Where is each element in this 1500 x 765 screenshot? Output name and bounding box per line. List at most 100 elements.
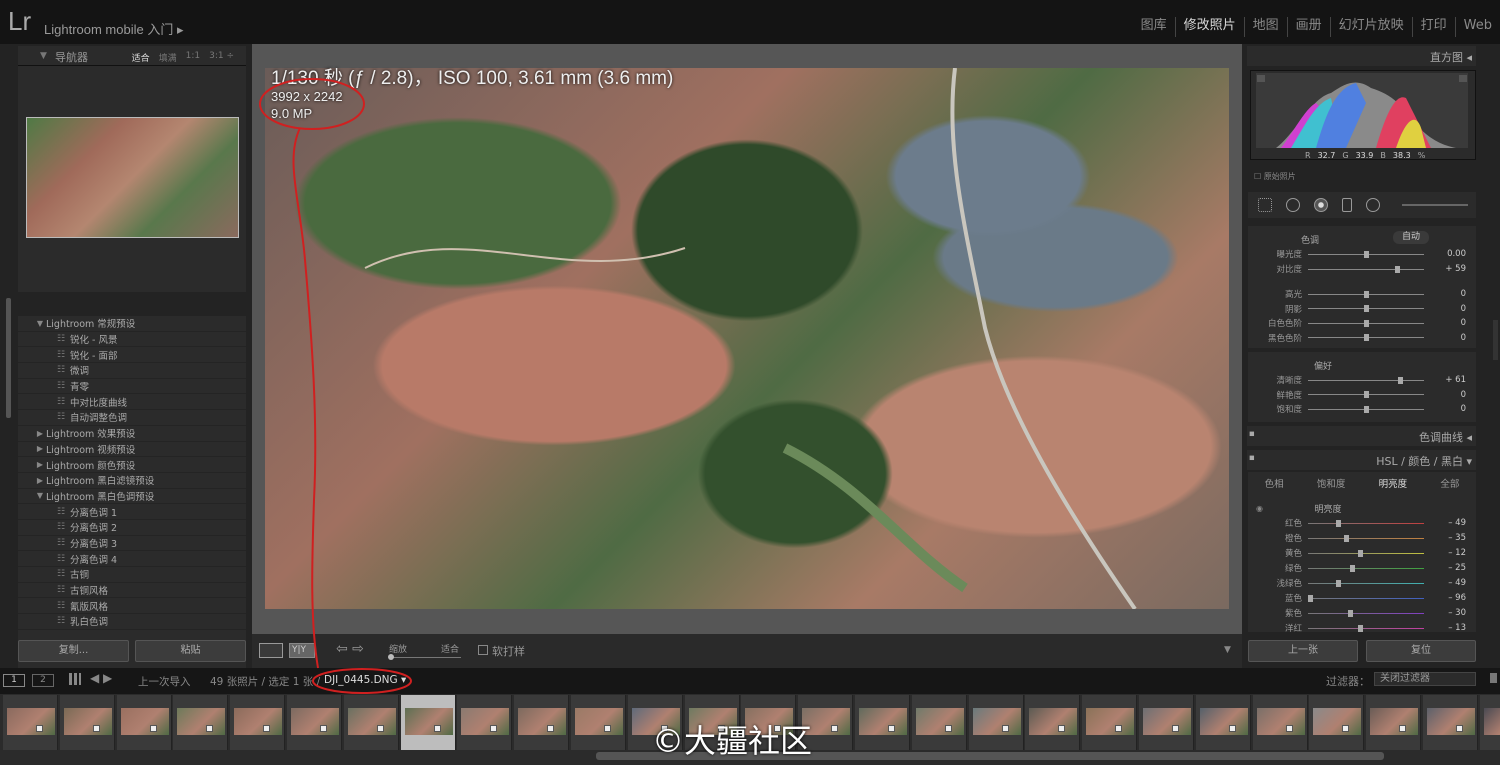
preset-item[interactable]: ☷ 古铜风格 bbox=[18, 583, 246, 599]
preset-folder[interactable]: ▶ Lightroom 黑白滤镜预设 bbox=[18, 473, 246, 489]
hsl-tab[interactable]: 饱和度 bbox=[1317, 476, 1346, 490]
filmstrip-thumb[interactable] bbox=[1423, 695, 1478, 750]
slider-value[interactable]: 0 bbox=[1430, 289, 1466, 299]
histogram-graph[interactable] bbox=[1256, 73, 1468, 148]
hsl-tab[interactable]: 明亮度 bbox=[1379, 476, 1408, 490]
filmstrip-thumb[interactable] bbox=[400, 695, 456, 750]
slider-track[interactable] bbox=[1308, 290, 1424, 298]
hsl-tab[interactable]: 色相 bbox=[1265, 476, 1284, 490]
slider-knob[interactable] bbox=[1364, 405, 1369, 413]
filmstrip-nav-arrows-icon[interactable]: ◀ ▶ bbox=[90, 671, 112, 685]
slider-track[interactable] bbox=[1308, 534, 1424, 542]
preset-folder[interactable]: ▼ Lightroom 黑白色调预设 bbox=[18, 489, 246, 505]
slider-value[interactable]: – 25 bbox=[1430, 563, 1466, 573]
filmstrip-thumb[interactable] bbox=[116, 695, 172, 750]
slider-track[interactable] bbox=[1308, 391, 1424, 398]
slider-knob[interactable] bbox=[1336, 519, 1342, 527]
slider-track[interactable] bbox=[1308, 579, 1424, 587]
preset-item[interactable]: ☷ 青零 bbox=[18, 379, 246, 395]
tone-curve-header[interactable]: ◾ 色调曲线 ◂ bbox=[1247, 426, 1476, 446]
module-6[interactable]: Web bbox=[1454, 17, 1500, 37]
module-4[interactable]: 幻灯片放映 bbox=[1329, 17, 1412, 37]
module-1[interactable]: 修改照片 bbox=[1174, 17, 1244, 37]
filmstrip-thumb[interactable] bbox=[1479, 695, 1500, 750]
filmstrip-thumb[interactable] bbox=[457, 695, 513, 750]
red-eye-icon[interactable] bbox=[1314, 198, 1328, 212]
filmstrip-thumb[interactable] bbox=[3, 695, 58, 750]
slider-knob[interactable] bbox=[1364, 290, 1369, 298]
filmstrip-thumb[interactable] bbox=[1195, 695, 1251, 750]
preset-item[interactable]: ☷ 乳白色调 bbox=[18, 614, 246, 630]
slider-value[interactable]: 0 bbox=[1430, 304, 1466, 314]
filmstrip-thumb[interactable] bbox=[1139, 695, 1194, 750]
slider-value[interactable]: – 96 bbox=[1430, 593, 1466, 603]
identity-plate[interactable]: Lightroom mobile 入门 ▸ bbox=[44, 19, 183, 38]
previous-button[interactable]: 上一张 bbox=[1248, 640, 1358, 662]
grid-view-icon[interactable] bbox=[69, 673, 81, 685]
zoom-slider[interactable] bbox=[389, 657, 461, 658]
slider-value[interactable]: – 49 bbox=[1430, 578, 1466, 588]
filmstrip-thumb[interactable] bbox=[1082, 695, 1138, 750]
navigator-preview[interactable] bbox=[26, 117, 239, 238]
right-scrollbar[interactable] bbox=[1493, 320, 1498, 360]
slider-track[interactable] bbox=[1308, 624, 1424, 632]
filmstrip-thumb[interactable] bbox=[59, 695, 115, 750]
filmstrip-thumb[interactable] bbox=[1366, 695, 1422, 750]
prev-next-arrows-icon[interactable]: ⇦ ⇨ bbox=[336, 641, 364, 657]
slider-track[interactable] bbox=[1308, 250, 1424, 258]
preset-item[interactable]: ☷ 分离色调 3 bbox=[18, 536, 246, 552]
module-0[interactable]: 图库 bbox=[1133, 17, 1175, 37]
slider-track[interactable] bbox=[1308, 319, 1424, 327]
copy-button[interactable]: 复制... bbox=[18, 640, 129, 662]
slider-track[interactable] bbox=[1308, 305, 1424, 312]
preset-item[interactable]: ☷ 分离色调 2 bbox=[18, 520, 246, 536]
filmstrip-thumb[interactable] bbox=[968, 695, 1024, 750]
adjustment-brush-icon[interactable] bbox=[1402, 204, 1468, 206]
filmstrip-thumb[interactable] bbox=[230, 695, 286, 750]
slider-knob[interactable] bbox=[1308, 594, 1314, 602]
slider-value[interactable]: – 35 bbox=[1430, 533, 1466, 543]
slider-value[interactable]: 0 bbox=[1430, 333, 1466, 343]
panel-switch-icon[interactable]: ◾ bbox=[1249, 429, 1255, 438]
spot-removal-icon[interactable] bbox=[1286, 198, 1300, 212]
before-after-button[interactable]: Y|Y bbox=[289, 643, 315, 658]
navigator-header[interactable]: ▼ 导航器 适合 填满 1:1 3:1 ÷ bbox=[18, 46, 246, 66]
slider-value[interactable]: 0 bbox=[1430, 390, 1466, 400]
slider-track[interactable] bbox=[1308, 609, 1424, 617]
filmstrip-thumb[interactable] bbox=[911, 695, 967, 750]
module-2[interactable]: 地图 bbox=[1243, 17, 1287, 37]
filter-select[interactable]: 关闭过滤器 bbox=[1374, 672, 1476, 686]
filmstrip-thumb[interactable] bbox=[571, 695, 626, 750]
slider-knob[interactable] bbox=[1347, 609, 1353, 617]
filter-lock-icon[interactable] bbox=[1490, 673, 1497, 683]
original-photo-checkbox[interactable]: ☐ 原始照片 bbox=[1254, 171, 1296, 182]
slider-track[interactable] bbox=[1308, 564, 1424, 572]
slider-track[interactable] bbox=[1308, 549, 1424, 557]
preset-item[interactable]: ☷ 古铜 bbox=[18, 567, 246, 583]
hsl-tab[interactable]: 全部 bbox=[1440, 476, 1459, 490]
main-photo[interactable] bbox=[265, 68, 1229, 609]
navigator-option[interactable]: 填满 bbox=[159, 51, 177, 64]
slider-knob[interactable] bbox=[1364, 305, 1369, 312]
window-1-button[interactable]: 1 bbox=[3, 674, 25, 687]
slider-knob[interactable] bbox=[1364, 334, 1369, 341]
left-scrollbar[interactable] bbox=[6, 298, 11, 418]
preset-folder[interactable]: ▼ Lightroom 常规预设 bbox=[18, 316, 246, 332]
preset-item[interactable]: ☷ 锐化 - 风景 bbox=[18, 332, 246, 348]
preset-item[interactable]: ☷ 自动调整色调 bbox=[18, 410, 246, 426]
preset-item[interactable]: ☷ 分离色调 4 bbox=[18, 551, 246, 567]
navigator-option[interactable]: 1:1 bbox=[186, 51, 200, 64]
navigator-option[interactable]: 3:1 ÷ bbox=[209, 51, 234, 64]
slider-track[interactable] bbox=[1308, 594, 1424, 602]
preset-item[interactable]: ☷ 中对比度曲线 bbox=[18, 394, 246, 411]
filmstrip-source[interactable]: 上一次导入 bbox=[138, 674, 191, 689]
panel-switch-icon[interactable]: ◾ bbox=[1249, 453, 1255, 462]
preset-item[interactable]: ☷ 微调 bbox=[18, 363, 246, 379]
slider-knob[interactable] bbox=[1350, 564, 1356, 572]
slider-knob[interactable] bbox=[1364, 250, 1369, 258]
filmstrip-thumb[interactable] bbox=[514, 695, 570, 750]
module-5[interactable]: 打印 bbox=[1411, 17, 1455, 37]
slider-value[interactable]: – 49 bbox=[1430, 518, 1466, 528]
slider-knob[interactable] bbox=[1397, 376, 1403, 384]
target-adjust-icon[interactable]: ◉ bbox=[1256, 504, 1263, 513]
